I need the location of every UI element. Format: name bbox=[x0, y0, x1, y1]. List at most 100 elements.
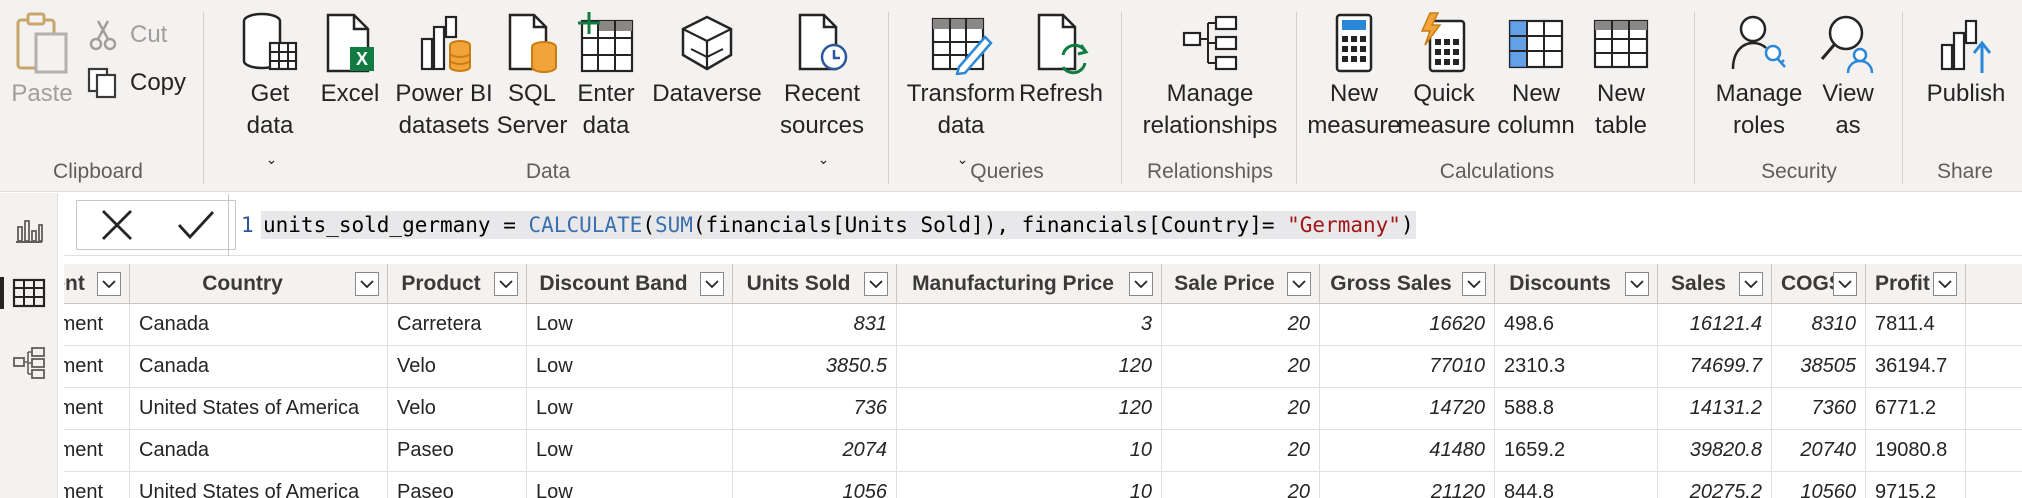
table-cell[interactable]: 77010 bbox=[1320, 346, 1495, 387]
filter-dropdown-button[interactable] bbox=[864, 272, 888, 296]
table-cell[interactable]: 588.8 bbox=[1495, 388, 1658, 429]
column-header[interactable]: COGS bbox=[1772, 264, 1866, 303]
table-cell[interactable]: 7360 bbox=[1772, 388, 1866, 429]
filter-dropdown-button[interactable] bbox=[355, 272, 379, 296]
column-header[interactable]: Gross Sales bbox=[1320, 264, 1495, 303]
table-cell[interactable]: 831 bbox=[733, 304, 897, 345]
table-cell[interactable]: Government bbox=[64, 472, 130, 498]
table-cell[interactable]: Low bbox=[527, 304, 733, 345]
table-cell[interactable]: Canada bbox=[130, 430, 388, 471]
table-cell[interactable]: 8310 bbox=[1772, 304, 1866, 345]
paste-button[interactable]: Paste bbox=[10, 8, 74, 110]
table-cell[interactable]: Velo bbox=[388, 346, 527, 387]
table-cell[interactable]: 38505 bbox=[1772, 346, 1866, 387]
table-cell[interactable]: Velo bbox=[388, 388, 527, 429]
table-cell[interactable]: Government bbox=[64, 388, 130, 429]
quick-measure-button[interactable]: Quick measure bbox=[1396, 8, 1492, 142]
table-cell[interactable]: United States of America bbox=[130, 472, 388, 498]
table-cell[interactable]: Carretera bbox=[388, 304, 527, 345]
sql-server-button[interactable]: SQL Server bbox=[490, 8, 574, 142]
table-cell[interactable]: 21120 bbox=[1320, 472, 1495, 498]
table-cell[interactable]: 41480 bbox=[1320, 430, 1495, 471]
filter-dropdown-button[interactable] bbox=[1287, 272, 1311, 296]
table-cell[interactable]: 20 bbox=[1162, 304, 1320, 345]
table-cell[interactable]: 16620 bbox=[1320, 304, 1495, 345]
table-cell[interactable]: 10 bbox=[897, 430, 1162, 471]
cut-button[interactable]: Cut bbox=[86, 18, 167, 52]
table-cell[interactable]: 14131.2 bbox=[1658, 388, 1772, 429]
table-cell[interactable]: 3 bbox=[897, 304, 1162, 345]
filter-dropdown-button[interactable] bbox=[1833, 272, 1857, 296]
column-header[interactable]: Units Sold bbox=[733, 264, 897, 303]
table-cell[interactable]: Low bbox=[527, 388, 733, 429]
table-cell[interactable]: 16121.4 bbox=[1658, 304, 1772, 345]
publish-button[interactable]: Publish bbox=[1918, 8, 2014, 110]
refresh-button[interactable]: Refresh bbox=[1016, 8, 1106, 110]
table-cell[interactable]: 39820.8 bbox=[1658, 430, 1772, 471]
table-cell[interactable]: 120 bbox=[897, 388, 1162, 429]
table-cell[interactable]: 19080.8 bbox=[1866, 430, 1966, 471]
table-cell[interactable]: 1056 bbox=[733, 472, 897, 498]
table-cell[interactable]: 1659.2 bbox=[1495, 430, 1658, 471]
data-view-button[interactable] bbox=[0, 273, 49, 313]
copy-button[interactable]: Copy bbox=[86, 66, 186, 100]
table-cell[interactable]: 9715.2 bbox=[1866, 472, 1966, 498]
filter-dropdown-button[interactable] bbox=[1462, 272, 1486, 296]
table-cell[interactable]: 2074 bbox=[733, 430, 897, 471]
formula-editor[interactable]: 1 units_sold_germany = CALCULATE(SUM(fin… bbox=[228, 194, 2022, 256]
table-cell[interactable]: 498.6 bbox=[1495, 304, 1658, 345]
enter-data-button[interactable]: Enter data bbox=[564, 8, 648, 142]
filter-dropdown-button[interactable] bbox=[97, 272, 121, 296]
table-cell[interactable]: 20 bbox=[1162, 430, 1320, 471]
table-cell[interactable]: Low bbox=[527, 472, 733, 498]
filter-dropdown-button[interactable] bbox=[1129, 272, 1153, 296]
commit-formula-button[interactable] bbox=[168, 203, 224, 247]
table-cell[interactable]: Government bbox=[64, 346, 130, 387]
manage-relationships-button[interactable]: Manage relationships bbox=[1132, 8, 1288, 142]
transform-data-button[interactable]: Transform data ⌄ bbox=[906, 8, 1016, 175]
table-cell[interactable]: 74699.7 bbox=[1658, 346, 1772, 387]
column-header[interactable]: Country bbox=[130, 264, 388, 303]
column-header[interactable]: Product bbox=[388, 264, 527, 303]
table-cell[interactable]: 36194.7 bbox=[1866, 346, 1966, 387]
table-cell[interactable]: Government bbox=[64, 304, 130, 345]
table-cell[interactable]: 7811.4 bbox=[1866, 304, 1966, 345]
table-cell[interactable]: Paseo bbox=[388, 472, 527, 498]
table-cell[interactable]: 20740 bbox=[1772, 430, 1866, 471]
filter-dropdown-button[interactable] bbox=[494, 272, 518, 296]
table-cell[interactable]: 20 bbox=[1162, 388, 1320, 429]
table-cell[interactable]: 10560 bbox=[1772, 472, 1866, 498]
table-cell[interactable]: Low bbox=[527, 346, 733, 387]
cancel-formula-button[interactable] bbox=[89, 203, 145, 247]
column-header[interactable]: Segment bbox=[64, 264, 130, 303]
new-table-button[interactable]: New table bbox=[1586, 8, 1656, 142]
table-cell[interactable]: Government bbox=[64, 430, 130, 471]
column-header[interactable]: Discounts bbox=[1495, 264, 1658, 303]
filter-dropdown-button[interactable] bbox=[1933, 272, 1957, 296]
table-cell[interactable]: 844.8 bbox=[1495, 472, 1658, 498]
power-bi-datasets-button[interactable]: Power BI datasets bbox=[380, 8, 508, 142]
table-cell[interactable]: 6771.2 bbox=[1866, 388, 1966, 429]
column-header[interactable]: Profit bbox=[1866, 264, 1966, 303]
table-cell[interactable]: Canada bbox=[130, 304, 388, 345]
get-data-button[interactable]: Get data ⌄ bbox=[228, 8, 312, 175]
table-cell[interactable]: United States of America bbox=[130, 388, 388, 429]
manage-roles-button[interactable]: Manage roles bbox=[1712, 8, 1806, 142]
table-cell[interactable]: Paseo bbox=[388, 430, 527, 471]
column-header[interactable]: Sale Price bbox=[1162, 264, 1320, 303]
new-measure-button[interactable]: New measure bbox=[1307, 8, 1401, 142]
recent-sources-button[interactable]: Recent sources ⌄ bbox=[770, 8, 874, 175]
column-header[interactable]: Manufacturing Price bbox=[897, 264, 1162, 303]
view-as-button[interactable]: View as bbox=[1810, 8, 1886, 142]
new-column-button[interactable]: New column bbox=[1486, 8, 1586, 142]
column-header[interactable]: Discount Band bbox=[527, 264, 733, 303]
table-cell[interactable]: 10 bbox=[897, 472, 1162, 498]
filter-dropdown-button[interactable] bbox=[1739, 272, 1763, 296]
table-cell[interactable]: 20 bbox=[1162, 472, 1320, 498]
filter-dropdown-button[interactable] bbox=[1625, 272, 1649, 296]
report-view-button[interactable] bbox=[9, 209, 49, 249]
table-cell[interactable]: 14720 bbox=[1320, 388, 1495, 429]
column-header[interactable]: Sales bbox=[1658, 264, 1772, 303]
table-cell[interactable]: 20275.2 bbox=[1658, 472, 1772, 498]
filter-dropdown-button[interactable] bbox=[700, 272, 724, 296]
